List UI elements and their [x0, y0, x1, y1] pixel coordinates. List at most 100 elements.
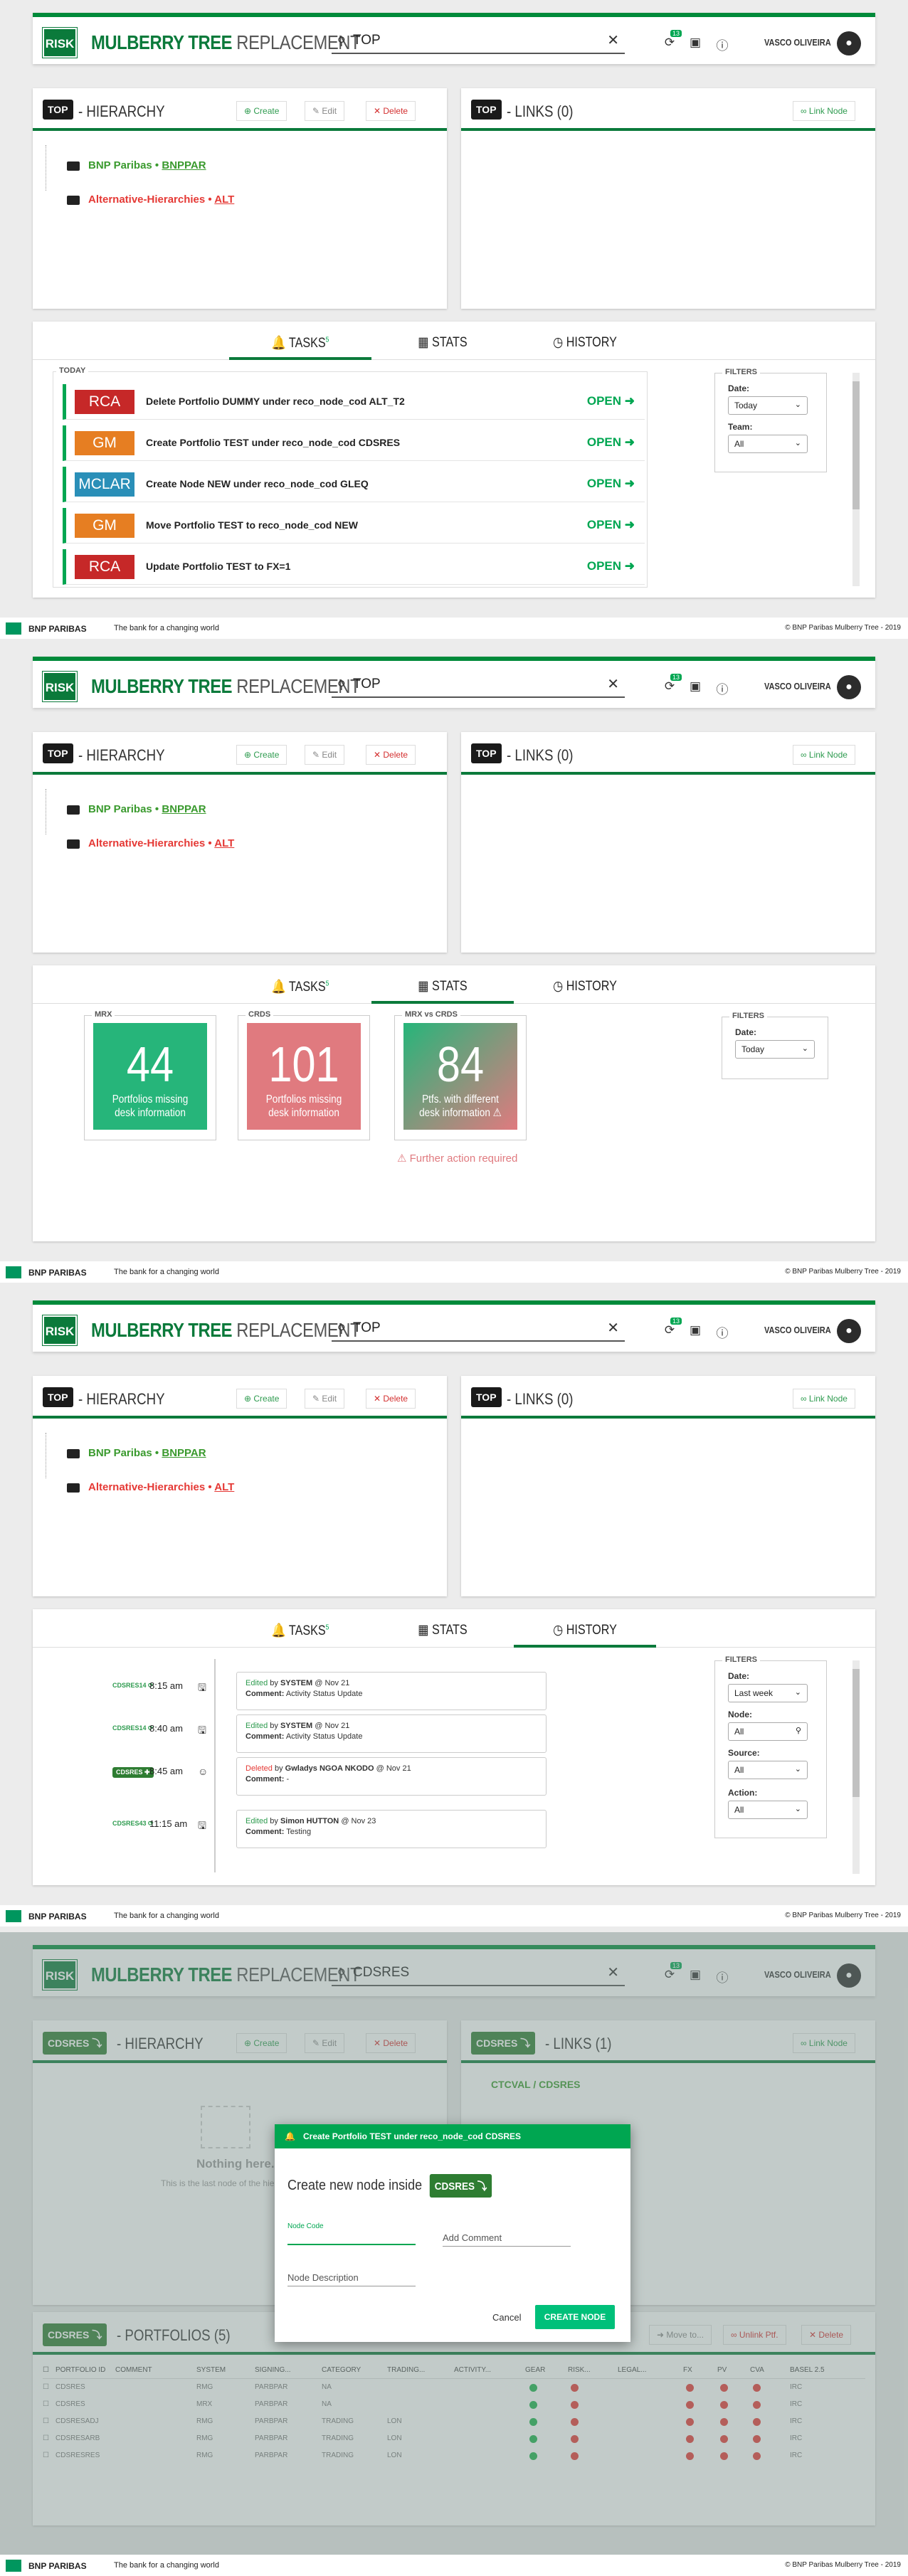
hierarchy-tag: TOP — [43, 743, 73, 763]
edit-button[interactable]: ✎ Edit — [305, 101, 345, 121]
sync-icon[interactable]: ⟳ 13 — [662, 674, 682, 695]
task-item[interactable]: GM Create Portfolio TEST under reco_node_… — [63, 425, 645, 461]
link-node-button[interactable]: ∞ Link Node — [793, 1389, 855, 1409]
add-comment-field[interactable]: Add Comment — [443, 2232, 571, 2247]
tree-node-alt[interactable]: Alternative-Hierarchies • ALT — [67, 1481, 234, 1493]
search-input[interactable]: TOP — [353, 677, 381, 692]
stat-card-mrx[interactable]: MRX 44 Portfolios missing desk informatio… — [84, 1010, 216, 1140]
history-item[interactable]: CDSRES ✚ 8:45 am ☺ Deleted by Gwladys NG… — [33, 1757, 574, 1800]
date-select[interactable]: Today ⌄ — [735, 1040, 815, 1059]
bnp-logo — [6, 1266, 21, 1278]
tab-history[interactable]: ◷ HISTORY — [524, 334, 645, 351]
tree-node-bnppar[interactable]: BNP Paribas • BNPPAR — [67, 1447, 206, 1459]
app-title: MULBERRY TREE REPLACEMENT — [91, 1319, 361, 1341]
app-title: MULBERRY TREE REPLACEMENT — [91, 31, 361, 53]
user-name[interactable]: VASCO OLIVEIRA — [764, 1325, 831, 1335]
node-input[interactable]: All ⚲ — [728, 1722, 808, 1741]
task-item[interactable]: RCA Update Portfolio TEST to FX=1 OPEN ➜ — [63, 549, 645, 585]
stat-card-crds[interactable]: CRDS 101 Portfolios missing desk informat… — [238, 1010, 370, 1140]
inbox-icon[interactable]: ▣ — [687, 679, 703, 695]
create-button[interactable]: ⊕ Create — [236, 1389, 287, 1409]
tab-stats[interactable]: ▦ STATS — [382, 1622, 503, 1638]
search-bar[interactable]: ⚲ TOP ✕ — [332, 671, 625, 698]
create-button[interactable]: ⊕ Create — [236, 101, 287, 121]
scrollbar[interactable] — [852, 1660, 860, 1874]
close-icon[interactable]: ✕ — [607, 1319, 619, 1337]
tab-tasks[interactable]: 🔔 TASKS5 — [240, 334, 361, 351]
activity-panel: 🔔 TASKS5 ▦ STATS ◷ HISTORY MRX 44 Portfol… — [33, 965, 875, 1241]
stat-value: 101 — [268, 1037, 339, 1092]
inbox-icon[interactable]: ▣ — [687, 1323, 703, 1339]
info-icon[interactable]: ⓘ — [714, 679, 730, 696]
close-icon[interactable]: ✕ — [607, 675, 619, 693]
stat-card-mrx-vs-crds[interactable]: MRX vs CRDS 84 Ptfs. with different desk … — [394, 1010, 527, 1140]
history-item[interactable]: CDSRES43 ⟳ 11:15 am 🖫 Edited by Simon HU… — [33, 1810, 574, 1853]
activity-tabs: 🔔 TASKS5 ▦ STATS ◷ HISTORY — [33, 965, 875, 1004]
create-node-button[interactable]: CREATE NODE — [535, 2305, 615, 2329]
footer: BNP PARIBAS The bank for a changing worl… — [0, 618, 908, 639]
task-item[interactable]: RCA Delete Portfolio DUMMY under reco_nod… — [63, 384, 645, 420]
search-bar[interactable]: ⚲ TOP ✕ — [332, 27, 625, 54]
sync-icon[interactable]: ⟳ 13 — [662, 1318, 682, 1339]
avatar-icon[interactable]: ● — [837, 1319, 861, 1343]
history-card: Deleted by Gwladys NGOA NKODO @ Nov 21 Co… — [236, 1757, 547, 1796]
edit-button[interactable]: ✎ Edit — [305, 1389, 345, 1409]
tab-stats[interactable]: ▦ STATS — [382, 978, 503, 995]
node-label: Node: — [728, 1710, 752, 1719]
task-status[interactable]: OPEN ➜ — [587, 559, 635, 573]
chevron-down-icon: ⌄ — [794, 1688, 801, 1697]
tab-tasks[interactable]: 🔔 TASKS5 — [240, 978, 361, 995]
search-bar[interactable]: ⚲ TOP ✕ — [332, 1315, 625, 1342]
user-name[interactable]: VASCO OLIVEIRA — [764, 37, 831, 48]
task-status[interactable]: OPEN ➜ — [587, 394, 635, 408]
team-select[interactable]: All ⌄ — [728, 435, 808, 453]
delete-button[interactable]: ✕ Delete — [366, 1389, 416, 1409]
tab-history[interactable]: ◷ HISTORY — [524, 1622, 645, 1638]
links-title: - LINKS (0) — [507, 746, 574, 764]
tab-tasks[interactable]: 🔔 TASKS5 — [240, 1622, 361, 1639]
avatar-icon[interactable]: ● — [837, 675, 861, 699]
tab-history[interactable]: ◷ HISTORY — [524, 978, 645, 995]
inbox-icon[interactable]: ▣ — [687, 36, 703, 51]
avatar-icon[interactable]: ● — [837, 31, 861, 55]
node-code-field[interactable]: Node Code — [287, 2222, 416, 2245]
task-status[interactable]: OPEN ➜ — [587, 477, 635, 491]
create-button[interactable]: ⊕ Create — [236, 745, 287, 765]
user-name[interactable]: VASCO OLIVEIRA — [764, 681, 831, 691]
info-icon[interactable]: ⓘ — [714, 36, 730, 53]
tree-node-bnppar[interactable]: BNP Paribas • BNPPAR — [67, 159, 206, 171]
hierarchy-header: TOP - HIERARCHY ⊕ Create ✎ Edit ✕ Delete — [33, 732, 447, 775]
tree-node-alt[interactable]: Alternative-Hierarchies • ALT — [67, 837, 234, 849]
date-select[interactable]: Today ⌄ — [728, 396, 808, 415]
search-input[interactable]: TOP — [353, 33, 381, 48]
edit-button[interactable]: ✎ Edit — [305, 745, 345, 765]
task-item[interactable]: MCLAR Create Node NEW under reco_node_cod… — [63, 467, 645, 502]
filters-title: FILTERS — [722, 1655, 761, 1664]
tree-node-alt[interactable]: Alternative-Hierarchies • ALT — [67, 194, 234, 206]
cancel-button[interactable]: Cancel — [492, 2312, 521, 2323]
links-tag: TOP — [471, 1387, 502, 1407]
source-select[interactable]: All ⌄ — [728, 1761, 808, 1779]
task-status[interactable]: OPEN ➜ — [587, 518, 635, 532]
filters-title: FILTERS — [722, 368, 761, 376]
tree-node-bnppar[interactable]: BNP Paribas • BNPPAR — [67, 803, 206, 815]
link-node-button[interactable]: ∞ Link Node — [793, 745, 855, 765]
delete-button[interactable]: ✕ Delete — [366, 101, 416, 121]
task-item[interactable]: GM Move Portfolio TEST to reco_node_cod N… — [63, 508, 645, 544]
date-select[interactable]: Last week ⌄ — [728, 1684, 808, 1702]
tab-stats[interactable]: ▦ STATS — [382, 334, 503, 351]
history-item[interactable]: CDSRES14 ⟳ 8:15 am 🖫 Edited by SYSTEM @ … — [33, 1672, 574, 1714]
history-item[interactable]: CDSRES14 ⟳ 8:40 am 🖫 Edited by SYSTEM @ … — [33, 1714, 574, 1757]
link-node-button[interactable]: ∞ Link Node — [793, 101, 855, 121]
task-status[interactable]: OPEN ➜ — [587, 435, 635, 450]
delete-button[interactable]: ✕ Delete — [366, 745, 416, 765]
monitor-icon: 🖫 — [198, 1820, 206, 1831]
node-description-field[interactable]: Node Description — [287, 2272, 416, 2286]
action-select[interactable]: All ⌄ — [728, 1801, 808, 1819]
footer: BNP PARIBAS The bank for a changing worl… — [0, 2555, 908, 2576]
info-icon[interactable]: ⓘ — [714, 1323, 730, 1340]
search-input[interactable]: TOP — [353, 1320, 381, 1336]
sync-icon[interactable]: ⟳ 13 — [662, 30, 682, 51]
scrollbar[interactable] — [852, 373, 860, 586]
close-icon[interactable]: ✕ — [607, 31, 619, 49]
